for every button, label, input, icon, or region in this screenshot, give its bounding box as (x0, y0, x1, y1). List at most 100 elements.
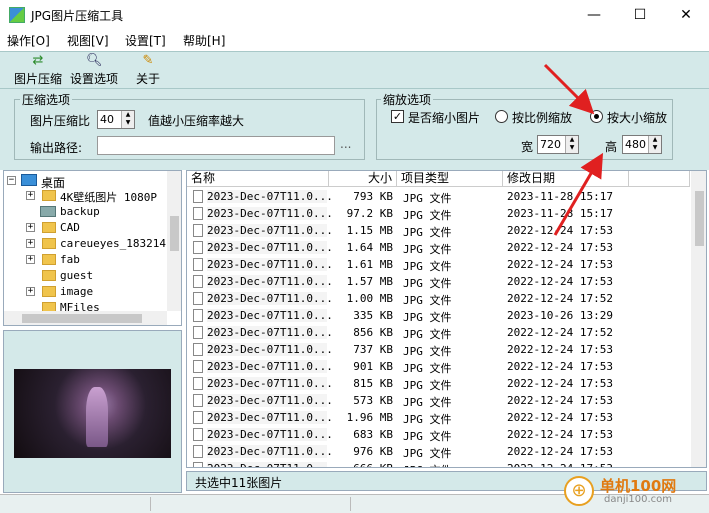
network-drive-icon (40, 206, 56, 217)
folder-icon (42, 254, 56, 265)
table-row[interactable]: 2023-Dec-07T11.0... 1.15 MB JPG 文件 2022-12-… (187, 222, 690, 239)
expand-icon[interactable]: + (26, 255, 35, 264)
shrink-checkbox[interactable]: ✓ (391, 110, 404, 123)
file-type: JPG 文件 (403, 243, 452, 256)
width-stepper[interactable]: 720 ▲ ▼ (537, 135, 579, 154)
table-row[interactable]: 2023-Dec-07T11.0... 856 KB JPG 文件 2022-12-2… (187, 324, 690, 341)
table-row[interactable]: 2023-Dec-07T11.0... 1.61 MB JPG 文件 2022-12-… (187, 256, 690, 273)
browse-button[interactable]: ... (340, 137, 351, 151)
table-row[interactable]: 2023-Dec-07T11.0... 901 KB JPG 文件 2022-12-2… (187, 358, 690, 375)
size-mode-radio[interactable] (590, 110, 603, 123)
file-size: 793 KB (353, 190, 393, 203)
file-date: 2022-12-24 17:53 (507, 445, 613, 458)
table-row[interactable]: 2023-Dec-07T11.0... 1.96 MB JPG 文件 2022-12-… (187, 409, 690, 426)
menu-operate[interactable]: 操作[O] (7, 32, 50, 49)
file-icon (193, 411, 203, 424)
table-row[interactable]: 2023-Dec-07T11.0... 573 KB JPG 文件 2022-12-2… (187, 392, 690, 409)
list-vscroll-thumb[interactable] (695, 191, 704, 246)
table-row[interactable]: 2023-Dec-07T11.0... 976 KB JPG 文件 2022-12-2… (187, 443, 690, 460)
file-size: 666 KB (329, 462, 393, 467)
column-date[interactable]: 修改日期 (503, 171, 629, 187)
expand-icon[interactable]: + (26, 239, 35, 248)
tree-item[interactable]: + 4K壁纸图片 1080P (4, 188, 164, 204)
table-row[interactable]: 2023-Dec-07T11.0... 737 KB JPG 文件 2022-12-2… (187, 341, 690, 358)
watermark-site: 单机100网 (600, 477, 677, 495)
watermark-logo-icon: ⊕ (564, 476, 594, 506)
table-row[interactable]: 2023-Dec-07T11.0...666 KB JPG 文件 2022-12-2… (187, 460, 690, 467)
tree-item-label: 4K壁纸图片 1080P (60, 191, 157, 204)
compress-button[interactable]: ⇄ 图片压缩 (14, 54, 62, 88)
file-type: JPG 文件 (403, 362, 452, 375)
column-blank (629, 171, 690, 187)
menu-help[interactable]: 帮助[H] (183, 32, 225, 49)
about-button[interactable]: ✎ 关于 (136, 54, 160, 88)
tree-hscroll-thumb[interactable] (22, 314, 142, 323)
window-title: JPG图片压缩工具 (31, 9, 124, 23)
app-icon (9, 7, 25, 23)
tree-vscroll-thumb[interactable] (170, 216, 179, 251)
file-type: JPG 文件 (403, 192, 452, 205)
tree-hscrollbar[interactable] (4, 311, 167, 325)
table-row[interactable]: 2023-Dec-07T11.0... 97.2 KB JPG 文件 2023-11-… (187, 205, 690, 222)
status-divider (150, 497, 151, 511)
status-text: 共选中11张图片 (195, 476, 283, 490)
file-date: 2022-12-24 17:53 (507, 462, 613, 467)
file-date: 2022-12-24 17:53 (507, 258, 613, 271)
ratio-stepper[interactable]: 40 ▲ ▼ (97, 110, 135, 129)
table-row[interactable]: 2023-Dec-07T11.0... 335 KB JPG 文件 2023-10-2… (187, 307, 690, 324)
file-size: 1.57 MB (346, 275, 393, 288)
table-row[interactable]: 2023-Dec-07T11.0... 1.64 MB JPG 文件 2022-12-… (187, 239, 690, 256)
column-name[interactable]: 名称 (187, 171, 329, 187)
figure-shape (86, 387, 108, 447)
height-stepper[interactable]: 480 ▲ ▼ (622, 135, 662, 154)
spin-arrows-icon[interactable]: ▲ ▼ (121, 111, 134, 128)
table-row[interactable]: 2023-Dec-07T11.0... 815 KB JPG 文件 2022-12-2… (187, 375, 690, 392)
expand-icon[interactable]: + (26, 287, 35, 296)
menu-view[interactable]: 视图[V] (67, 32, 109, 49)
file-icon (193, 326, 203, 339)
table-row[interactable]: 2023-Dec-07T11.0... 683 KB JPG 文件 2022-12-2… (187, 426, 690, 443)
file-type: JPG 文件 (403, 345, 452, 358)
file-list[interactable]: 名称 大小 项目类型 修改日期 2023-Dec-07T11.0... 793 K… (186, 170, 707, 468)
file-name: 2023-Dec-07T11.0... (207, 292, 333, 305)
folder-tree[interactable]: − 桌面 + 4K壁纸图片 1080P backup + CAD + careu… (3, 170, 182, 326)
settings-label: 设置选项 (70, 72, 119, 86)
compress-group-title: 压缩选项 (20, 91, 73, 108)
toolbar: ⇄ 图片压缩 🔍︎ 设置选项 ✎ 关于 (0, 51, 709, 89)
status-divider (350, 497, 351, 511)
file-type: JPG 文件 (403, 413, 452, 426)
folder-icon (42, 270, 56, 281)
table-row[interactable]: 2023-Dec-07T11.0... 1.00 MB JPG 文件 2022-12-… (187, 290, 690, 307)
list-vscrollbar[interactable] (691, 171, 706, 467)
table-row[interactable]: 2023-Dec-07T11.0... 793 KB JPG 文件 2023-11-2… (187, 188, 690, 205)
column-size[interactable]: 大小 (329, 171, 397, 187)
spin-arrows-icon[interactable]: ▲ ▼ (565, 136, 578, 153)
options-panel: 压缩选项 图片压缩比 40 ▲ ▼ 值越小压缩率越大 输出路径: ... 缩放选项… (0, 89, 709, 170)
collapse-icon[interactable]: − (7, 176, 16, 185)
column-type[interactable]: 项目类型 (397, 171, 503, 187)
file-date: 2023-11-28 15:17 (507, 190, 613, 203)
file-date: 2022-12-24 17:53 (507, 224, 613, 237)
maximize-button[interactable]: ☐ (617, 0, 663, 30)
ratio-label: 图片压缩比 (30, 114, 91, 128)
spin-arrows-icon[interactable]: ▲ ▼ (648, 136, 661, 153)
file-size: 1.64 MB (346, 241, 393, 254)
table-row[interactable]: 2023-Dec-07T11.0... 1.57 MB JPG 文件 2022-12-… (187, 273, 690, 290)
tree-item-label: fab (60, 253, 80, 266)
menu-settings[interactable]: 设置[T] (125, 32, 166, 49)
ratio-mode-radio[interactable] (495, 110, 508, 123)
tree-item-label: careueyes_183214 (60, 237, 166, 250)
close-button[interactable]: ✕ (663, 0, 709, 30)
expand-icon[interactable]: + (26, 223, 35, 232)
tree-vscrollbar[interactable] (167, 171, 181, 311)
minimize-button[interactable]: — (571, 0, 617, 30)
expand-icon[interactable]: + (26, 191, 35, 200)
file-icon (193, 207, 203, 220)
output-path-input[interactable] (97, 136, 335, 155)
file-type: JPG 文件 (403, 260, 452, 273)
file-size: 815 KB (353, 377, 393, 390)
settings-button[interactable]: 🔍︎ 设置选项 (70, 54, 118, 88)
file-name: 2023-Dec-07T11.0... (207, 224, 333, 237)
about-icon: ✎ (142, 53, 154, 68)
file-name: 2023-Dec-07T11.0... (207, 428, 333, 441)
